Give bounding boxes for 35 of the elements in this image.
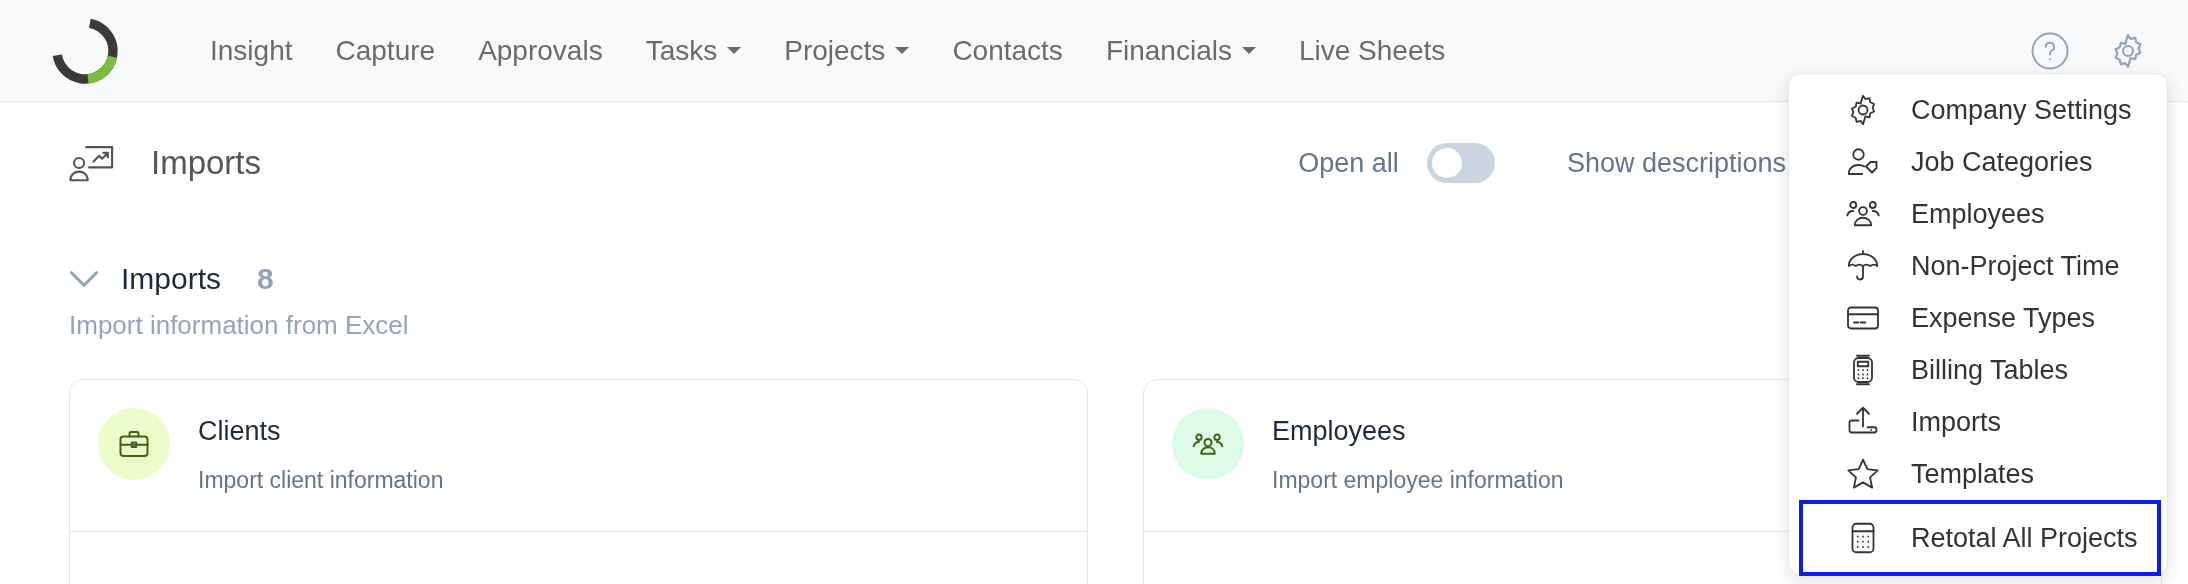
menu-item[interactable]: Retotal All Projects bbox=[1799, 500, 2161, 576]
section-subtitle: Import information from Excel bbox=[69, 310, 409, 341]
menu-item[interactable]: Templates bbox=[1799, 448, 2161, 500]
card-title: Clients bbox=[198, 416, 281, 447]
chevron-down-icon[interactable] bbox=[69, 270, 99, 288]
caret-icon bbox=[895, 47, 910, 54]
menu-item[interactable]: Expense Types bbox=[1799, 292, 2161, 344]
menu-item[interactable]: Imports bbox=[1799, 396, 2161, 448]
section-count: 8 bbox=[257, 262, 274, 296]
show-descriptions-label: Show descriptions bbox=[1566, 147, 1786, 179]
menu-item[interactable]: Company Settings bbox=[1799, 84, 2161, 136]
menu-item[interactable]: Job Categories bbox=[1799, 136, 2161, 188]
menu-item[interactable]: Non-Project Time bbox=[1799, 240, 2161, 292]
page-title: Imports bbox=[151, 144, 262, 182]
help-icon[interactable] bbox=[2030, 30, 2070, 71]
card-description: Import employee information bbox=[1272, 467, 1564, 494]
nav-link[interactable]: Tasks bbox=[645, 34, 742, 67]
import-card[interactable]: Clients Import client information bbox=[69, 379, 1088, 584]
menu-item[interactable]: Employees bbox=[1799, 188, 2161, 240]
nav-link[interactable]: Insight bbox=[210, 34, 293, 67]
nav-link[interactable]: Contacts bbox=[952, 34, 1063, 67]
caret-icon bbox=[727, 47, 742, 54]
imports-icon bbox=[69, 144, 115, 182]
section-title: Imports bbox=[121, 262, 222, 296]
card-description: Import client information bbox=[198, 467, 444, 494]
star-icon bbox=[1845, 456, 1881, 492]
nav-link[interactable]: Live Sheets bbox=[1298, 34, 1446, 67]
nav-link[interactable]: Financials bbox=[1105, 34, 1256, 67]
open-all-toggle[interactable] bbox=[1426, 143, 1495, 183]
nav-link[interactable]: Capture bbox=[335, 34, 436, 67]
card-title: Employees bbox=[1272, 416, 1406, 447]
open-all-label: Open all bbox=[1298, 147, 1399, 179]
caret-icon bbox=[1241, 47, 1256, 54]
nav-link[interactable]: Approvals bbox=[478, 34, 603, 67]
nav-link[interactable]: Projects bbox=[784, 34, 910, 67]
